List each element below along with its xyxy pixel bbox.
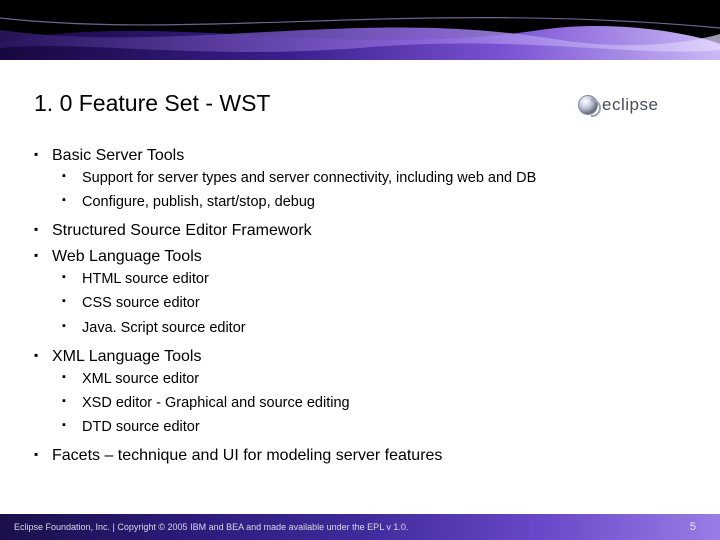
bullet-level2: HTML source editor: [62, 270, 684, 288]
slide-title: 1. 0 Feature Set - WST: [34, 90, 270, 117]
bullet-level1: Web Language Tools: [34, 247, 684, 267]
footer-bar: Eclipse Foundation, Inc. | Copyright © 2…: [0, 514, 720, 540]
bullet-level2: Java. Script source editor: [62, 319, 684, 337]
eclipse-logo: eclipse: [578, 90, 698, 120]
logo-text: eclipse: [602, 95, 658, 115]
bullet-level1: Facets – technique and UI for modeling s…: [34, 446, 684, 466]
header-swoosh: [0, 0, 720, 60]
bullet-level1: Structured Source Editor Framework: [34, 221, 684, 241]
bullet-level2: Configure, publish, start/stop, debug: [62, 193, 684, 211]
bullet-level2: Support for server types and server conn…: [62, 169, 684, 187]
bullet-level1: XML Language Tools: [34, 347, 684, 367]
bullet-level1: Basic Server Tools: [34, 146, 684, 166]
page-number: 5: [690, 521, 696, 533]
eclipse-orb-icon: [578, 95, 598, 115]
header-bar: [0, 0, 720, 60]
footer-text: Eclipse Foundation, Inc. | Copyright © 2…: [14, 522, 408, 532]
bullet-level2: XSD editor - Graphical and source editin…: [62, 394, 684, 412]
bullet-level2: CSS source editor: [62, 294, 684, 312]
slide-body: Basic Server Tools Support for server typ…: [34, 140, 684, 466]
bullet-level2: DTD source editor: [62, 418, 684, 436]
bullet-level2: XML source editor: [62, 370, 684, 388]
